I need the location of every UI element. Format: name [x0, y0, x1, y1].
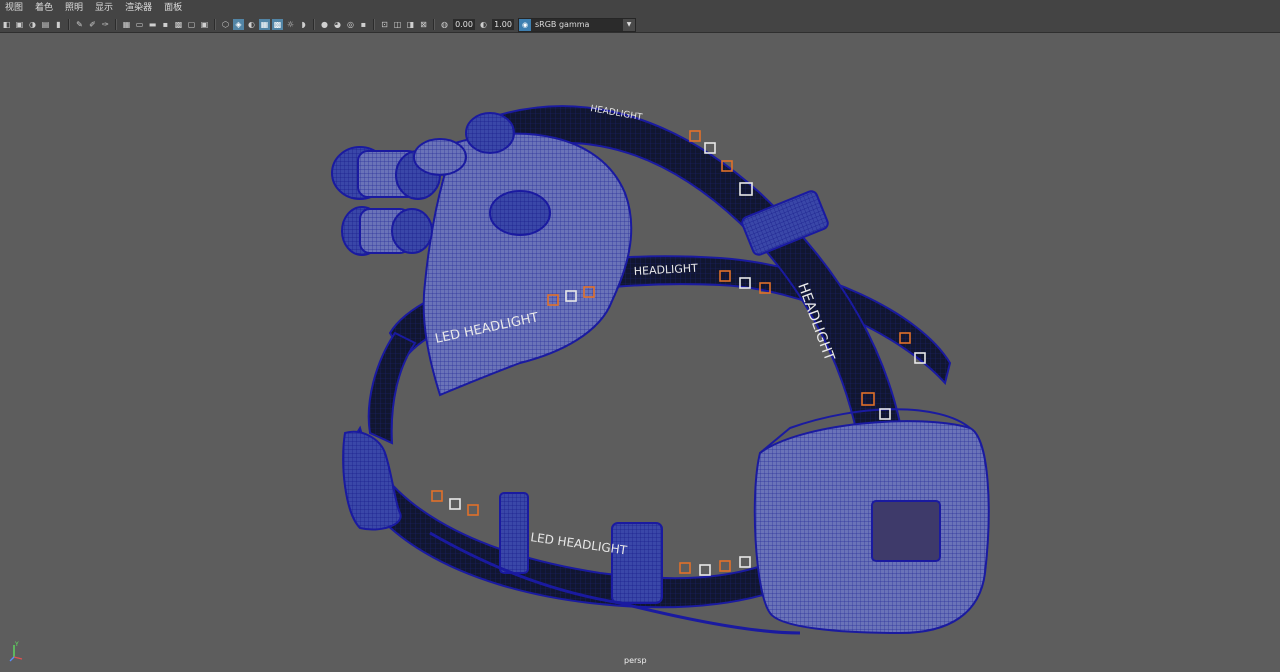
toolbar-separator	[373, 19, 375, 30]
isolate-select-icon[interactable]: ⊡	[379, 19, 390, 30]
color-management-icon[interactable]: ◉	[519, 18, 531, 31]
menu-shading[interactable]: 着色	[29, 0, 59, 17]
menu-view[interactable]: 视图	[0, 0, 29, 17]
bookmark-icon[interactable]: ◑	[27, 19, 38, 30]
toolbar-separator	[214, 19, 216, 30]
color-management-dropdown[interactable]: ◉ sRGB gamma ▼	[518, 17, 636, 32]
xray-joints-icon[interactable]: ⊠	[418, 19, 429, 30]
two-d-pan-icon[interactable]: ▮	[53, 19, 64, 30]
smooth-shade-icon[interactable]: ◈	[233, 19, 244, 30]
toolbar-separator	[313, 19, 315, 30]
wireframe-on-shaded-icon[interactable]: ▦	[259, 19, 270, 30]
viewport-persp[interactable]: LED HEADLIGHT HEADLIGHT HEADLIGHT LED HE…	[0, 33, 1280, 672]
color-management-label: sRGB gamma	[535, 19, 590, 29]
exposure-field[interactable]: 0.00	[453, 19, 475, 30]
textured-icon[interactable]: ▩	[272, 19, 283, 30]
camera-name-label: persp	[624, 656, 647, 665]
headlamp-model: LED HEADLIGHT HEADLIGHT HEADLIGHT LED HE…	[331, 104, 990, 635]
menu-lighting[interactable]: 照明	[59, 0, 89, 17]
strap-left	[367, 331, 417, 445]
safe-title-icon[interactable]: ▣	[199, 19, 210, 30]
menu-panels[interactable]: 面板	[158, 0, 188, 17]
coil-spring	[342, 430, 402, 531]
strap-clip	[499, 492, 529, 574]
safe-action-icon[interactable]: ▢	[186, 19, 197, 30]
axis-y-label: Y	[14, 641, 19, 648]
strap-clip	[611, 522, 663, 604]
motion-blur-icon[interactable]: ◕	[332, 19, 343, 30]
axis-gizmo: Y	[9, 641, 23, 662]
depth-of-field-icon[interactable]: ▪	[358, 19, 369, 30]
grease-pencil-options-icon[interactable]: ✐	[87, 19, 98, 30]
gamma-icon[interactable]: ◐	[478, 19, 489, 30]
camera-select-icon[interactable]: ◧	[1, 19, 12, 30]
menu-show[interactable]: 显示	[89, 0, 119, 17]
field-chart-icon[interactable]: ▩	[173, 19, 184, 30]
screen-space-ao-icon[interactable]: ●	[319, 19, 330, 30]
chevron-down-icon[interactable]: ▼	[623, 18, 635, 31]
default-material-icon[interactable]: ◐	[246, 19, 257, 30]
use-all-lights-icon[interactable]: ☼	[285, 19, 296, 30]
film-gate-icon[interactable]: ▭	[134, 19, 145, 30]
battery-window	[871, 500, 941, 562]
pen-tool-icon[interactable]: ✑	[100, 19, 111, 30]
toolbar-separator	[68, 19, 70, 30]
toolbar-separator	[115, 19, 117, 30]
image-plane-icon[interactable]: ▤	[40, 19, 51, 30]
gate-mask-icon[interactable]: ▪	[160, 19, 171, 30]
gamma-field[interactable]: 1.00	[492, 19, 514, 30]
wireframe-icon[interactable]: ⬡	[220, 19, 231, 30]
grease-pencil-icon[interactable]: ✎	[74, 19, 85, 30]
panel-toolbar: ◧ ▣ ◑ ▤ ▮ ✎ ✐ ✑ ▦ ▭ ▬ ▪ ▩ ▢ ▣ ⬡ ◈ ◐ ▦ ▩ …	[0, 17, 1280, 33]
grid-icon[interactable]: ▦	[121, 19, 132, 30]
resolution-gate-icon[interactable]: ▬	[147, 19, 158, 30]
menu-renderer[interactable]: 渲染器	[119, 0, 158, 17]
anti-aliasing-icon[interactable]: ◎	[345, 19, 356, 30]
xray-active-components-icon[interactable]: ◨	[405, 19, 416, 30]
strap-front	[343, 425, 771, 609]
toolbar-separator	[433, 19, 435, 30]
shadows-icon[interactable]: ◗	[298, 19, 309, 30]
exposure-icon[interactable]: ◍	[439, 19, 450, 30]
xray-icon[interactable]: ◫	[392, 19, 403, 30]
menu-bar: 视图 着色 照明 显示 渲染器 面板	[0, 0, 1280, 18]
camera-attributes-icon[interactable]: ▣	[14, 19, 25, 30]
